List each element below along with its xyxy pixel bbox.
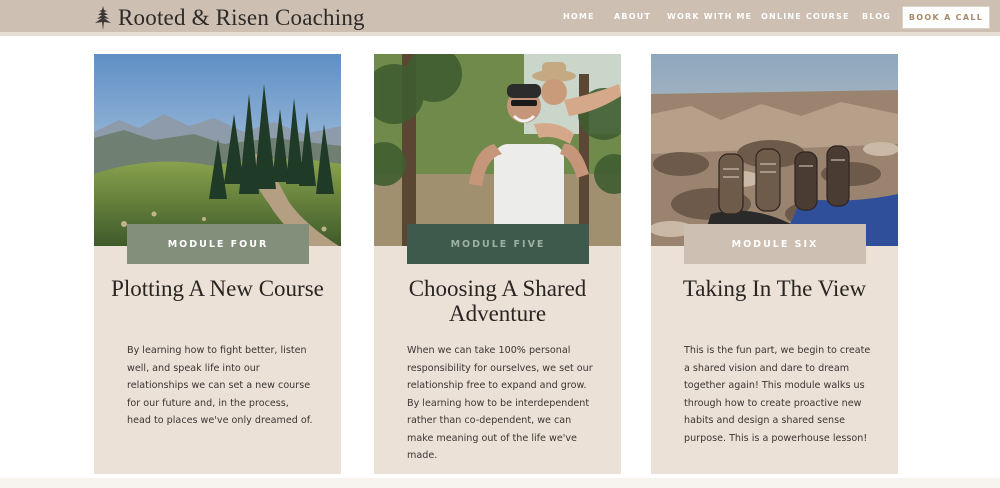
module-card-five: MODULE FIVE Choosing A Shared Adventure … <box>374 54 621 474</box>
module-six-badge: MODULE SIX <box>684 224 866 264</box>
module-five-badge: MODULE FIVE <box>407 224 589 264</box>
module-card-four: MODULE FOUR Plotting A New Course By lea… <box>94 54 341 474</box>
module-six-title: Taking In The View <box>682 276 867 301</box>
nav-blog[interactable]: BLOG <box>862 12 891 21</box>
module-five-description: When we can take 100% personal responsib… <box>407 345 593 461</box>
nav-online-course[interactable]: ONLINE COURSE <box>761 12 850 21</box>
module-six-description: This is the fun part, we begin to create… <box>684 345 871 444</box>
brand-name: Rooted & Risen Coaching <box>118 5 365 30</box>
nav-home[interactable]: HOME <box>563 12 595 21</box>
brand-logo[interactable]: Rooted & Risen Coaching <box>92 4 365 32</box>
nav-about[interactable]: ABOUT <box>614 12 651 21</box>
module-four-description: By learning how to fight better, listen … <box>127 345 313 426</box>
book-a-call-button[interactable]: BOOK A CALL <box>902 6 990 29</box>
module-six-photo <box>651 54 898 246</box>
site-header: Rooted & Risen Coaching HOME ABOUT WORK … <box>0 0 1000 36</box>
module-five-photo <box>374 54 621 246</box>
module-card-six: MODULE SIX Taking In The View This is th… <box>651 54 898 474</box>
module-five-title: Choosing A Shared Adventure <box>408 276 587 326</box>
nav-work-with-me[interactable]: WORK WITH ME <box>667 12 752 21</box>
module-four-photo <box>94 54 341 246</box>
pine-tree-icon <box>95 6 111 30</box>
module-four-title: Plotting A New Course <box>111 276 324 301</box>
footer-shadow <box>0 478 1000 488</box>
module-four-badge: MODULE FOUR <box>127 224 309 264</box>
